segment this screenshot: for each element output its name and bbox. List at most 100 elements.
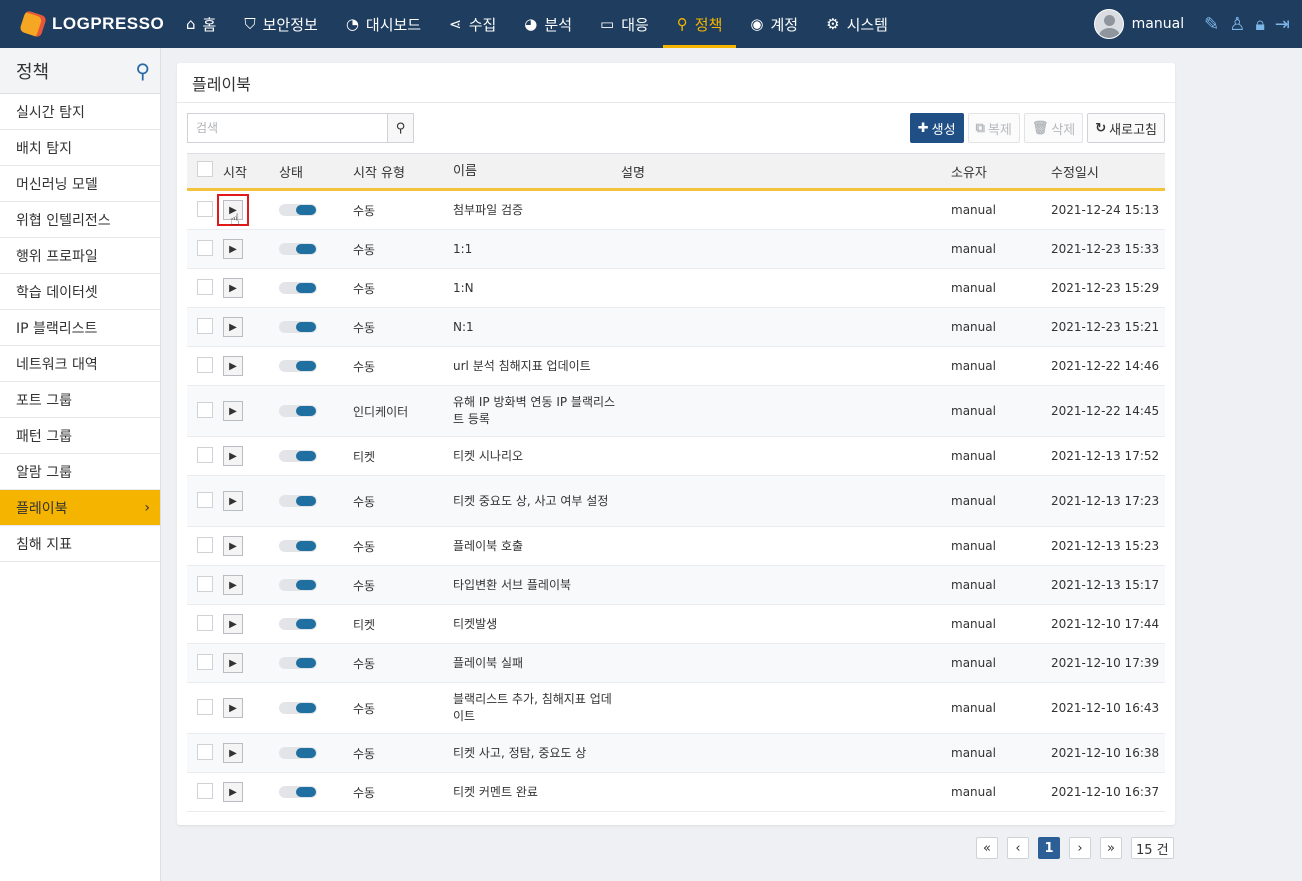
sidebar-item-1[interactable]: 배치 탐지 [0,130,160,166]
start-button[interactable]: ▶ [223,278,243,298]
refresh-button[interactable]: ↻ 새로고침 [1087,113,1165,143]
name-cell[interactable]: 블랙리스트 추가, 침해지표 업데이트 [453,691,621,725]
table-row[interactable]: ▶ 수동 url 분석 침해지표 업데이트 manual 2021-12-22 14:4… [187,347,1165,386]
delete-button[interactable]: 🗑︎ 삭제 [1023,113,1084,143]
sidebar-item-10[interactable]: 알람 그룹 [0,454,160,490]
row-checkbox[interactable] [197,782,213,799]
sidebar-item-6[interactable]: IP 블랙리스트 [0,310,160,346]
row-checkbox[interactable] [197,491,213,508]
nav-item-6[interactable]: ⚲ 정책 [662,0,737,48]
name-cell[interactable]: 티켓 시나리오 [453,448,621,465]
nav-item-0[interactable]: ⌂ 홈 [172,0,230,48]
row-checkbox[interactable] [197,278,213,295]
name-cell[interactable]: url 분석 침해지표 업데이트 [453,358,621,375]
nav-item-2[interactable]: ◔ 대시보드 [332,0,435,48]
select-all-checkbox[interactable] [197,161,213,177]
row-checkbox[interactable] [197,653,213,670]
start-button[interactable]: ▶ [223,317,243,337]
sidebar-item-7[interactable]: 네트워크 대역 [0,346,160,382]
status-toggle[interactable] [279,540,317,552]
table-row[interactable]: ▶ 수동 블랙리스트 추가, 침해지표 업데이트 manual 2021-12-10 1… [187,683,1165,734]
row-checkbox[interactable] [197,575,213,592]
sidebar-item-9[interactable]: 패턴 그룹 [0,418,160,454]
nav-item-3[interactable]: ⋖ 수집 [435,0,510,48]
prev-page-button[interactable]: ‹ [1007,837,1029,859]
nav-item-8[interactable]: ⚙ 시스템 [812,0,902,48]
nav-item-7[interactable]: ◉ 계정 [736,0,812,48]
status-toggle[interactable] [279,702,317,714]
start-button[interactable]: ▶ [223,239,243,259]
row-checkbox[interactable] [197,200,213,217]
nav-item-4[interactable]: ◕ 분석 [510,0,586,48]
search-button[interactable]: ⚲ [387,113,414,143]
table-row[interactable]: ▶ 인디케이터 유해 IP 방화벽 연동 IP 블랙리스트 등록 manual 2021… [187,386,1165,437]
table-row[interactable]: ▶ 수동 티켓 중요도 상, 사고 여부 설정 manual 2021-12-13 17… [187,476,1165,527]
avatar[interactable] [1093,9,1124,39]
status-toggle[interactable] [279,204,317,216]
username[interactable]: manual [1132,16,1184,32]
sidebar-item-11[interactable]: 플레이북 › [0,490,160,526]
name-cell[interactable]: 1:N [453,280,621,297]
sidebar-item-12[interactable]: 침해 지표 [0,526,160,562]
col-name[interactable]: 이름 [453,163,621,180]
status-toggle[interactable] [279,405,317,417]
sidebar-item-0[interactable]: 실시간 탐지 [0,94,160,130]
sidebar-item-4[interactable]: 행위 프로파일 [0,238,160,274]
row-checkbox[interactable] [197,536,213,553]
nav-item-1[interactable]: ⛉ 보안정보 [230,0,331,48]
name-cell[interactable]: N:1 [453,319,621,336]
create-button[interactable]: ✚ 생성 [909,113,964,143]
sidebar-item-2[interactable]: 머신러닝 모델 [0,166,160,202]
table-row[interactable]: ▶ 수동 플레이북 호출 manual 2021-12-13 15:23 [187,527,1165,566]
row-checkbox[interactable] [197,446,213,463]
next-page-button[interactable]: › [1069,837,1091,859]
col-start[interactable]: 시작 [223,162,279,181]
page-1-button[interactable]: 1 [1038,837,1060,859]
status-toggle[interactable] [279,618,317,630]
status-toggle[interactable] [279,282,317,294]
nav-item-5[interactable]: ▭ 대응 [586,0,663,48]
row-checkbox[interactable] [197,356,213,373]
status-toggle[interactable] [279,321,317,333]
table-row[interactable]: ▶ ☝ 수동 첨부파일 검증 manual 2021-12-24 15:13 [187,191,1165,230]
col-start-type[interactable]: 시작 유형 [353,162,453,181]
last-page-button[interactable]: » [1100,837,1122,859]
lock-icon[interactable]: 🔒︎ [1255,14,1265,35]
name-cell[interactable]: 1:1 [453,241,621,258]
start-button[interactable]: ▶ [223,575,243,595]
start-button[interactable]: ▶ [223,653,243,673]
start-button[interactable]: ▶ ☝ [217,194,249,229]
start-button[interactable]: ▶ [223,743,243,763]
table-row[interactable]: ▶ 수동 티켓 사고, 정탐, 중요도 상 manual 2021-12-10 16:3… [187,734,1165,773]
status-toggle[interactable] [279,786,317,798]
start-button[interactable]: ▶ [223,536,243,556]
search-icon[interactable]: ⚲ [135,59,150,83]
logout-icon[interactable]: ⇥ [1275,14,1290,35]
start-button[interactable]: ▶ [223,446,243,466]
name-cell[interactable]: 플레이북 호출 [453,538,621,555]
status-toggle[interactable] [279,747,317,759]
row-checkbox[interactable] [197,239,213,256]
status-toggle[interactable] [279,495,317,507]
status-toggle[interactable] [279,450,317,462]
name-cell[interactable]: 첨부파일 검증 [453,202,621,219]
first-page-button[interactable]: « [976,837,998,859]
sidebar-item-5[interactable]: 학습 데이터셋 [0,274,160,310]
name-cell[interactable]: 티켓발생 [453,616,621,633]
row-checkbox[interactable] [197,317,213,334]
search-input[interactable] [187,113,387,143]
name-cell[interactable]: 티켓 중요도 상, 사고 여부 설정 [453,493,621,510]
start-button[interactable]: ▶ [223,614,243,634]
status-toggle[interactable] [279,360,317,372]
user-icon[interactable]: ♙ [1229,14,1245,35]
sidebar-item-3[interactable]: 위협 인텔리전스 [0,202,160,238]
name-cell[interactable]: 티켓 커멘트 완료 [453,784,621,801]
copy-button[interactable]: ⧉ 복제 [967,113,1020,143]
start-button[interactable]: ▶ [223,491,243,511]
name-cell[interactable]: 티켓 사고, 정탐, 중요도 상 [453,745,621,762]
start-button[interactable]: ▶ [223,356,243,376]
start-button[interactable]: ▶ [223,782,243,802]
ticket-icon[interactable]: ✎ [1204,14,1219,35]
table-row[interactable]: ▶ 수동 1:N manual 2021-12-23 15:29 [187,269,1165,308]
table-row[interactable]: ▶ 수동 티켓 커멘트 완료 manual 2021-12-10 16:37 [187,773,1165,812]
